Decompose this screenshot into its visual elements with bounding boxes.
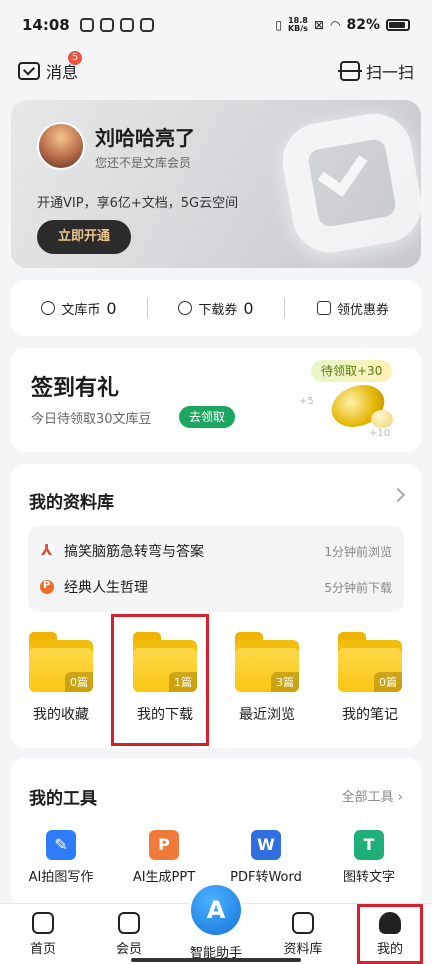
battery-percent: 82% (346, 17, 380, 33)
ppt-icon (40, 580, 54, 594)
username[interactable]: 刘哈哈亮了 (95, 122, 195, 151)
messages-button[interactable]: 消息 5 (18, 51, 82, 83)
assistant-icon[interactable]: A (188, 882, 244, 938)
mail-icon (18, 62, 40, 80)
wifi-icon: ◠ (330, 18, 341, 32)
recent-files: 搞笑脑筋急转弯与答案 1分钟前浏览 经典人生哲理 5分钟前下载 (28, 526, 404, 612)
folders: 0篇 我的收藏 1篇 我的下载 3篇 最近浏览 0篇 我的笔记 (11, 632, 421, 732)
download-label: 下载券 (198, 302, 238, 318)
open-vip-button[interactable]: 立即开通 (37, 220, 131, 254)
member-icon (118, 912, 140, 934)
highlight-frame-me (357, 904, 423, 964)
home-indicator (131, 958, 301, 962)
tool-ai-photo-writing[interactable]: ✎ AI拍图写作 (11, 830, 111, 885)
sim-icon: ⊠ (313, 18, 324, 32)
status-time: 14:08 (22, 16, 70, 34)
claim-button[interactable]: 去领取 (179, 406, 235, 428)
coin-icon (41, 301, 56, 315)
home-icon (32, 912, 54, 934)
tab-home[interactable]: 首页 (8, 912, 78, 957)
folder-count: 3篇 (271, 672, 299, 692)
net-speed: 18.8 KB/s (287, 16, 308, 33)
app-notification-icon (119, 18, 134, 32)
status-right: ▯ 18.8 KB/s ⊠ ◠ 82% (275, 17, 410, 33)
claim-label: 领优惠券 (336, 302, 389, 318)
wallet-row: 文库币 0 下载券 0 领优惠券 (11, 280, 421, 336)
coupon-icon (316, 301, 331, 315)
folder-label: 我的笔记 (342, 707, 398, 723)
pending-reward-bubble: 待领取+30 (311, 360, 393, 382)
folder-icon: 3篇 (235, 632, 299, 692)
folder-icon: 0篇 (338, 632, 402, 692)
download-voucher[interactable]: 下载券 0 (148, 299, 284, 318)
word-icon: W (251, 830, 281, 860)
library-icon (292, 912, 314, 934)
recent-item-name: 经典人生哲理 (64, 580, 148, 596)
folder-recent[interactable]: 3篇 最近浏览 (224, 632, 310, 724)
pdf-icon (40, 541, 54, 559)
bean-small-icon (371, 410, 393, 428)
signin-card[interactable]: 签到有礼 今日待领取30文库豆 去领取 待领取+30 +5 +10 (11, 348, 421, 452)
scan-label: 扫一扫 (365, 63, 414, 82)
recent-item-name: 搞笑脑筋急转弯与答案 (64, 544, 204, 560)
folder-label: 最近浏览 (239, 707, 295, 723)
download-icon (178, 301, 193, 315)
messages-badge: 5 (68, 51, 82, 65)
claim-coupon[interactable]: 领优惠券 (285, 299, 421, 318)
pen-icon: ✎ (46, 830, 76, 860)
tool-image-to-text[interactable]: T 图转文字 (319, 830, 419, 885)
bonus-plus5: +5 (299, 396, 314, 407)
status-bar: 14:08 ▯ 18.8 KB/s ⊠ ◠ 82% (0, 0, 432, 50)
recent-item-time: 5分钟前下载 (324, 580, 392, 595)
folder-count: 0篇 (374, 672, 402, 692)
folder-notes[interactable]: 0篇 我的笔记 (327, 632, 413, 724)
library-title[interactable]: 我的资料库 (29, 488, 114, 513)
folder-label: 我的收藏 (33, 707, 89, 723)
tab-member[interactable]: 会员 (94, 912, 164, 957)
tool-label: AI生成PPT (132, 870, 196, 885)
library-coin[interactable]: 文库币 0 (11, 299, 147, 318)
tools-title: 我的工具 (29, 789, 97, 809)
battery-icon (386, 19, 410, 31)
tiktok-notification-icon (139, 18, 154, 32)
signin-title: 签到有礼 (31, 376, 120, 401)
scan-button[interactable]: 扫一扫 (337, 59, 414, 83)
tool-pdf-to-word[interactable]: W PDF转Word (216, 830, 316, 885)
folder-count: 0篇 (65, 672, 93, 692)
scan-icon (337, 61, 362, 81)
chevron-right-icon[interactable] (390, 487, 406, 503)
highlight-frame-downloads (111, 614, 209, 746)
tool-ai-ppt[interactable]: P AI生成PPT (114, 830, 214, 885)
vip-promo: 开通VIP，享6亿+文档，5G云空间 (37, 196, 239, 211)
coin-label: 文库币 (61, 302, 101, 318)
ppt-icon: P (149, 830, 179, 860)
bonus-plus10: +10 (369, 428, 391, 439)
avatar[interactable] (37, 122, 85, 170)
app-notification-icon (79, 18, 94, 32)
folder-icon: 0篇 (29, 632, 93, 692)
tool-label: PDF转Word (230, 870, 302, 885)
recent-item[interactable]: 搞笑脑筋急转弯与答案 1分钟前浏览 (40, 536, 392, 566)
vip-card: 刘哈哈亮了 您还不是文库会员 开通VIP，享6亿+文档，5G云空间 立即开通 (11, 100, 421, 268)
library-card: 我的资料库 搞笑脑筋急转弯与答案 1分钟前浏览 经典人生哲理 5分钟前下载 0篇… (11, 464, 421, 748)
recent-item[interactable]: 经典人生哲理 5分钟前下载 (40, 572, 392, 602)
all-tools-link[interactable]: 全部工具 › (342, 786, 403, 805)
text-icon: T (354, 830, 384, 860)
vip-decoration-icon (276, 107, 421, 259)
vibrate-icon: ▯ (275, 18, 282, 32)
tab-library[interactable]: 资料库 (268, 912, 338, 957)
tool-label: 图转文字 (342, 870, 395, 885)
member-status: 您还不是文库会员 (95, 156, 192, 170)
signin-subtitle: 今日待领取30文库豆 (31, 412, 152, 427)
app-notification-icon (99, 18, 114, 32)
folder-favorites[interactable]: 0篇 我的收藏 (18, 632, 104, 724)
download-value: 0 (243, 298, 254, 318)
recent-item-time: 1分钟前浏览 (324, 544, 392, 559)
coin-value: 0 (106, 298, 117, 318)
top-bar: 消息 5 扫一扫 (0, 51, 432, 88)
status-notification-icons (79, 18, 154, 32)
tool-label: AI拍图写作 (28, 870, 94, 885)
